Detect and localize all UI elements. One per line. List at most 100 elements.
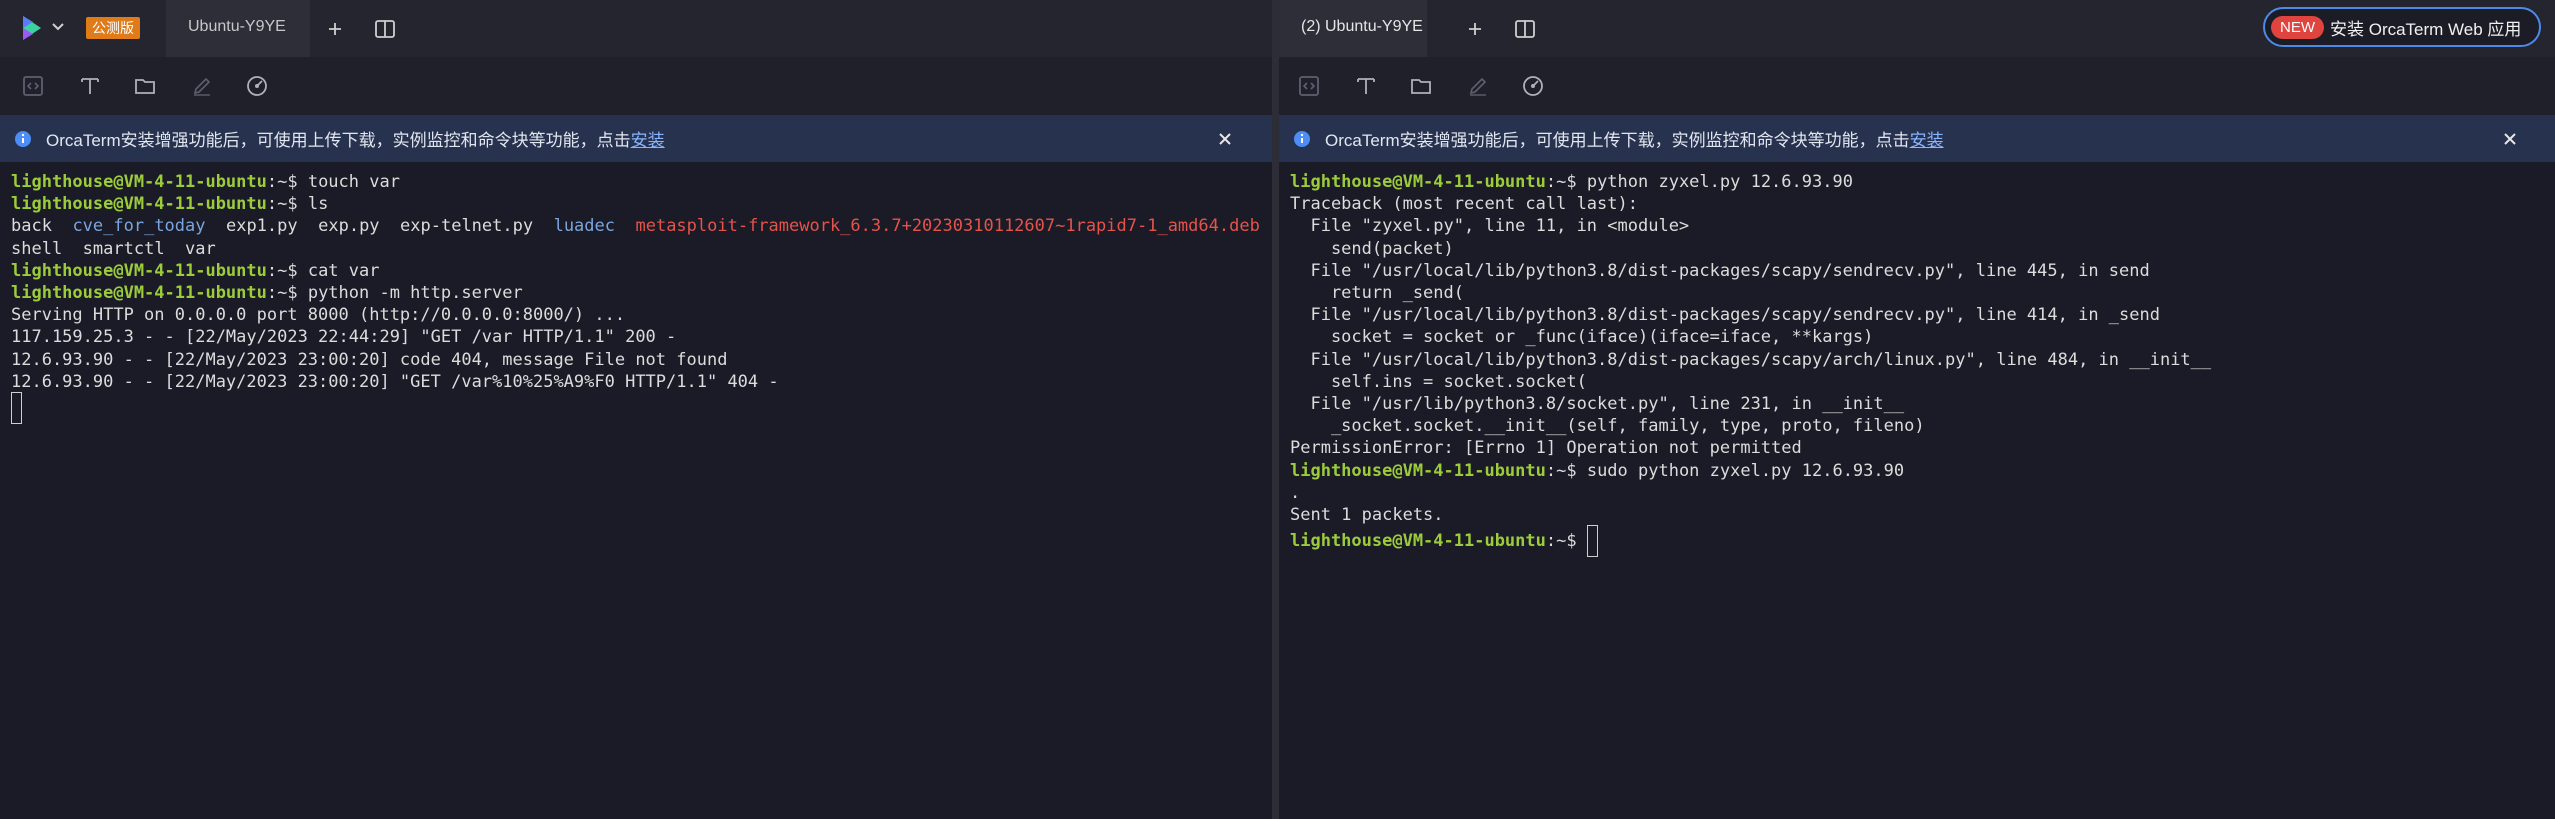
terminal-line: lighthouse@VM-4-11-ubuntu:~$ ls: [11, 192, 328, 216]
ls-entry: shell: [11, 238, 63, 259]
pane-divider[interactable]: [1272, 0, 1279, 819]
close-icon[interactable]: [2500, 129, 2520, 149]
output-text: File "/usr/local/lib/python3.8/dist-pack…: [1290, 305, 2160, 326]
ls-entry: exp.py: [318, 216, 380, 237]
terminal-line: Sent 1 packets.: [1290, 503, 1444, 527]
terminal-line: self.ins = socket.socket(: [1290, 370, 1587, 394]
gauge-icon[interactable]: [242, 71, 272, 101]
install-web-app-label: 安装 OrcaTerm Web 应用: [2330, 19, 2522, 39]
terminal-line: return _send(: [1290, 281, 1464, 305]
prompt-user-host: lighthouse@VM-4-11-ubuntu: [11, 260, 267, 281]
prompt-user-host: lighthouse@VM-4-11-ubuntu: [1290, 460, 1546, 481]
code-block-icon[interactable]: [1294, 71, 1324, 101]
tab-ubuntu-2[interactable]: (2) Ubuntu-Y9YE: [1279, 0, 1427, 57]
pen-icon[interactable]: [187, 71, 217, 101]
install-banner: OrcaTerm安装增强功能后，可使用上传下载，实例监控和命令块等功能，点击安装: [0, 115, 1272, 162]
terminal-line: File "/usr/lib/python3.8/socket.py", lin…: [1290, 392, 1904, 416]
terminal-line: lighthouse@VM-4-11-ubuntu:~$ sudo python…: [1290, 459, 1904, 483]
install-link[interactable]: 安装: [1910, 131, 1944, 150]
output-text: Traceback (most recent call last):: [1290, 194, 1638, 215]
ls-entry: luadec: [553, 216, 615, 237]
prompt-user-host: lighthouse@VM-4-11-ubuntu: [1290, 172, 1546, 192]
output-text: File "/usr/local/lib/python3.8/dist-pack…: [1290, 260, 2150, 281]
info-icon: [14, 130, 32, 148]
left-toolbar: [0, 57, 1272, 115]
prompt-symbol: :~$: [1545, 460, 1587, 481]
command-text: touch var: [307, 172, 400, 192]
command-text: sudo python zyxel.py 12.6.93.90: [1586, 460, 1905, 481]
ls-entry: exp1.py: [225, 216, 298, 237]
split-view-icon[interactable]: [1512, 16, 1538, 42]
terminal-line: Serving HTTP on 0.0.0.0 port 8000 (http:…: [11, 303, 625, 327]
output-text: Sent 1 packets.: [1290, 505, 1444, 525]
command-text: ls: [307, 194, 329, 215]
banner-text: OrcaTerm安装增强功能后，可使用上传下载，实例监控和命令块等功能，点击安装: [46, 126, 665, 151]
tab-title: (2) Ubuntu-Y9YE: [1301, 18, 1423, 35]
terminal-cursor: [1586, 525, 1598, 558]
output-text: File "/usr/lib/python3.8/socket.py", lin…: [1290, 394, 1905, 414]
tab-title: Ubuntu-Y9YE: [188, 18, 286, 35]
tab-ubuntu[interactable]: Ubuntu-Y9YE: [166, 0, 310, 57]
left-terminal-pane: 公测版 Ubuntu-Y9YE OrcaTerm安装增强功能后，可使用上传下载，…: [0, 0, 1272, 819]
chevron-down-icon[interactable]: [50, 17, 66, 37]
prompt-user-host: lighthouse@VM-4-11-ubuntu: [11, 194, 267, 215]
output-text: .: [1290, 482, 1301, 503]
terminal-line: File "zyxel.py", line 11, in <module>: [1290, 214, 1689, 238]
prompt-symbol: :~$: [1545, 531, 1587, 552]
terminal-line: lighthouse@VM-4-11-ubuntu:~$: [1290, 525, 1598, 558]
pen-icon[interactable]: [1463, 71, 1493, 101]
prompt-symbol: :~$: [266, 283, 308, 303]
command-text: cat var: [307, 260, 380, 281]
text-icon[interactable]: [1351, 71, 1381, 101]
output-text: 12.6.93.90 - - [22/May/2023 23:00:20] "G…: [11, 371, 779, 392]
terminal-line: 117.159.25.3 - - [22/May/2023 22:44:29] …: [11, 325, 676, 349]
terminal-line: 12.6.93.90 - - [22/May/2023 23:00:20] "G…: [11, 370, 779, 394]
terminal-line: lighthouse@VM-4-11-ubuntu:~$ touch var: [11, 170, 400, 194]
terminal-line: send(packet): [1290, 237, 1454, 261]
text-icon[interactable]: [75, 71, 105, 101]
ls-entry: cve_for_today: [72, 216, 206, 237]
terminal-output[interactable]: lighthouse@VM-4-11-ubuntu:~$ python zyxe…: [1290, 162, 2555, 819]
beta-badge: 公测版: [86, 17, 140, 39]
terminal-line: [11, 392, 22, 424]
prompt-user-host: lighthouse@VM-4-11-ubuntu: [1290, 531, 1546, 552]
terminal-output[interactable]: lighthouse@VM-4-11-ubuntu:~$ touch var li…: [11, 162, 1272, 819]
command-text: python -m http.server: [307, 283, 523, 303]
prompt-symbol: :~$: [266, 194, 308, 215]
install-link[interactable]: 安装: [631, 131, 665, 150]
prompt-symbol: :~$: [266, 260, 308, 281]
plus-icon[interactable]: [322, 16, 348, 42]
plus-icon[interactable]: [1462, 16, 1488, 42]
gauge-icon[interactable]: [1518, 71, 1548, 101]
install-web-app-button[interactable]: NEW 安装 OrcaTerm Web 应用: [2263, 7, 2541, 47]
folder-icon[interactable]: [1406, 71, 1436, 101]
ls-entry: smartctl: [82, 238, 165, 259]
terminal-cursor: [11, 392, 22, 424]
ls-entry: metasploit-framework_6.3.7+2023031011260…: [635, 216, 1260, 237]
prompt-user-host: lighthouse@VM-4-11-ubuntu: [11, 172, 267, 192]
terminal-line: lighthouse@VM-4-11-ubuntu:~$ cat var: [11, 259, 379, 283]
banner-message: OrcaTerm安装增强功能后，可使用上传下载，实例监控和命令块等功能，点击: [46, 131, 631, 150]
output-text: File "zyxel.py", line 11, in <module>: [1290, 216, 1690, 237]
prompt-user-host: lighthouse@VM-4-11-ubuntu: [11, 283, 267, 303]
command-text: python zyxel.py 12.6.93.90: [1586, 172, 1853, 192]
code-block-icon[interactable]: [18, 71, 48, 101]
split-view-icon[interactable]: [372, 16, 398, 42]
output-text: Serving HTTP on 0.0.0.0 port 8000 (http:…: [11, 305, 626, 326]
close-icon[interactable]: [1215, 129, 1235, 149]
terminal-line: .: [1290, 481, 1300, 505]
info-icon: [1293, 130, 1311, 148]
orcaterm-logo-icon[interactable]: [18, 13, 46, 43]
output-text: socket = socket or _func(iface)(iface=if…: [1290, 327, 1874, 348]
output-text: self.ins = socket.socket(: [1290, 371, 1587, 392]
output-text: send(packet): [1290, 238, 1454, 259]
folder-icon[interactable]: [130, 71, 160, 101]
terminal-line: socket = socket or _func(iface)(iface=if…: [1290, 325, 1873, 349]
terminal-line: back cve_for_today exp1.py exp.py exp-te…: [11, 214, 1260, 238]
new-badge: NEW: [2271, 15, 2324, 39]
terminal-line: File "/usr/local/lib/python3.8/dist-pack…: [1290, 259, 2150, 283]
prompt-symbol: :~$: [266, 172, 308, 192]
ls-entry: back: [11, 216, 52, 237]
terminal-line: lighthouse@VM-4-11-ubuntu:~$ python -m h…: [11, 281, 523, 305]
output-text: PermissionError: [Errno 1] Operation not…: [1290, 438, 1802, 459]
